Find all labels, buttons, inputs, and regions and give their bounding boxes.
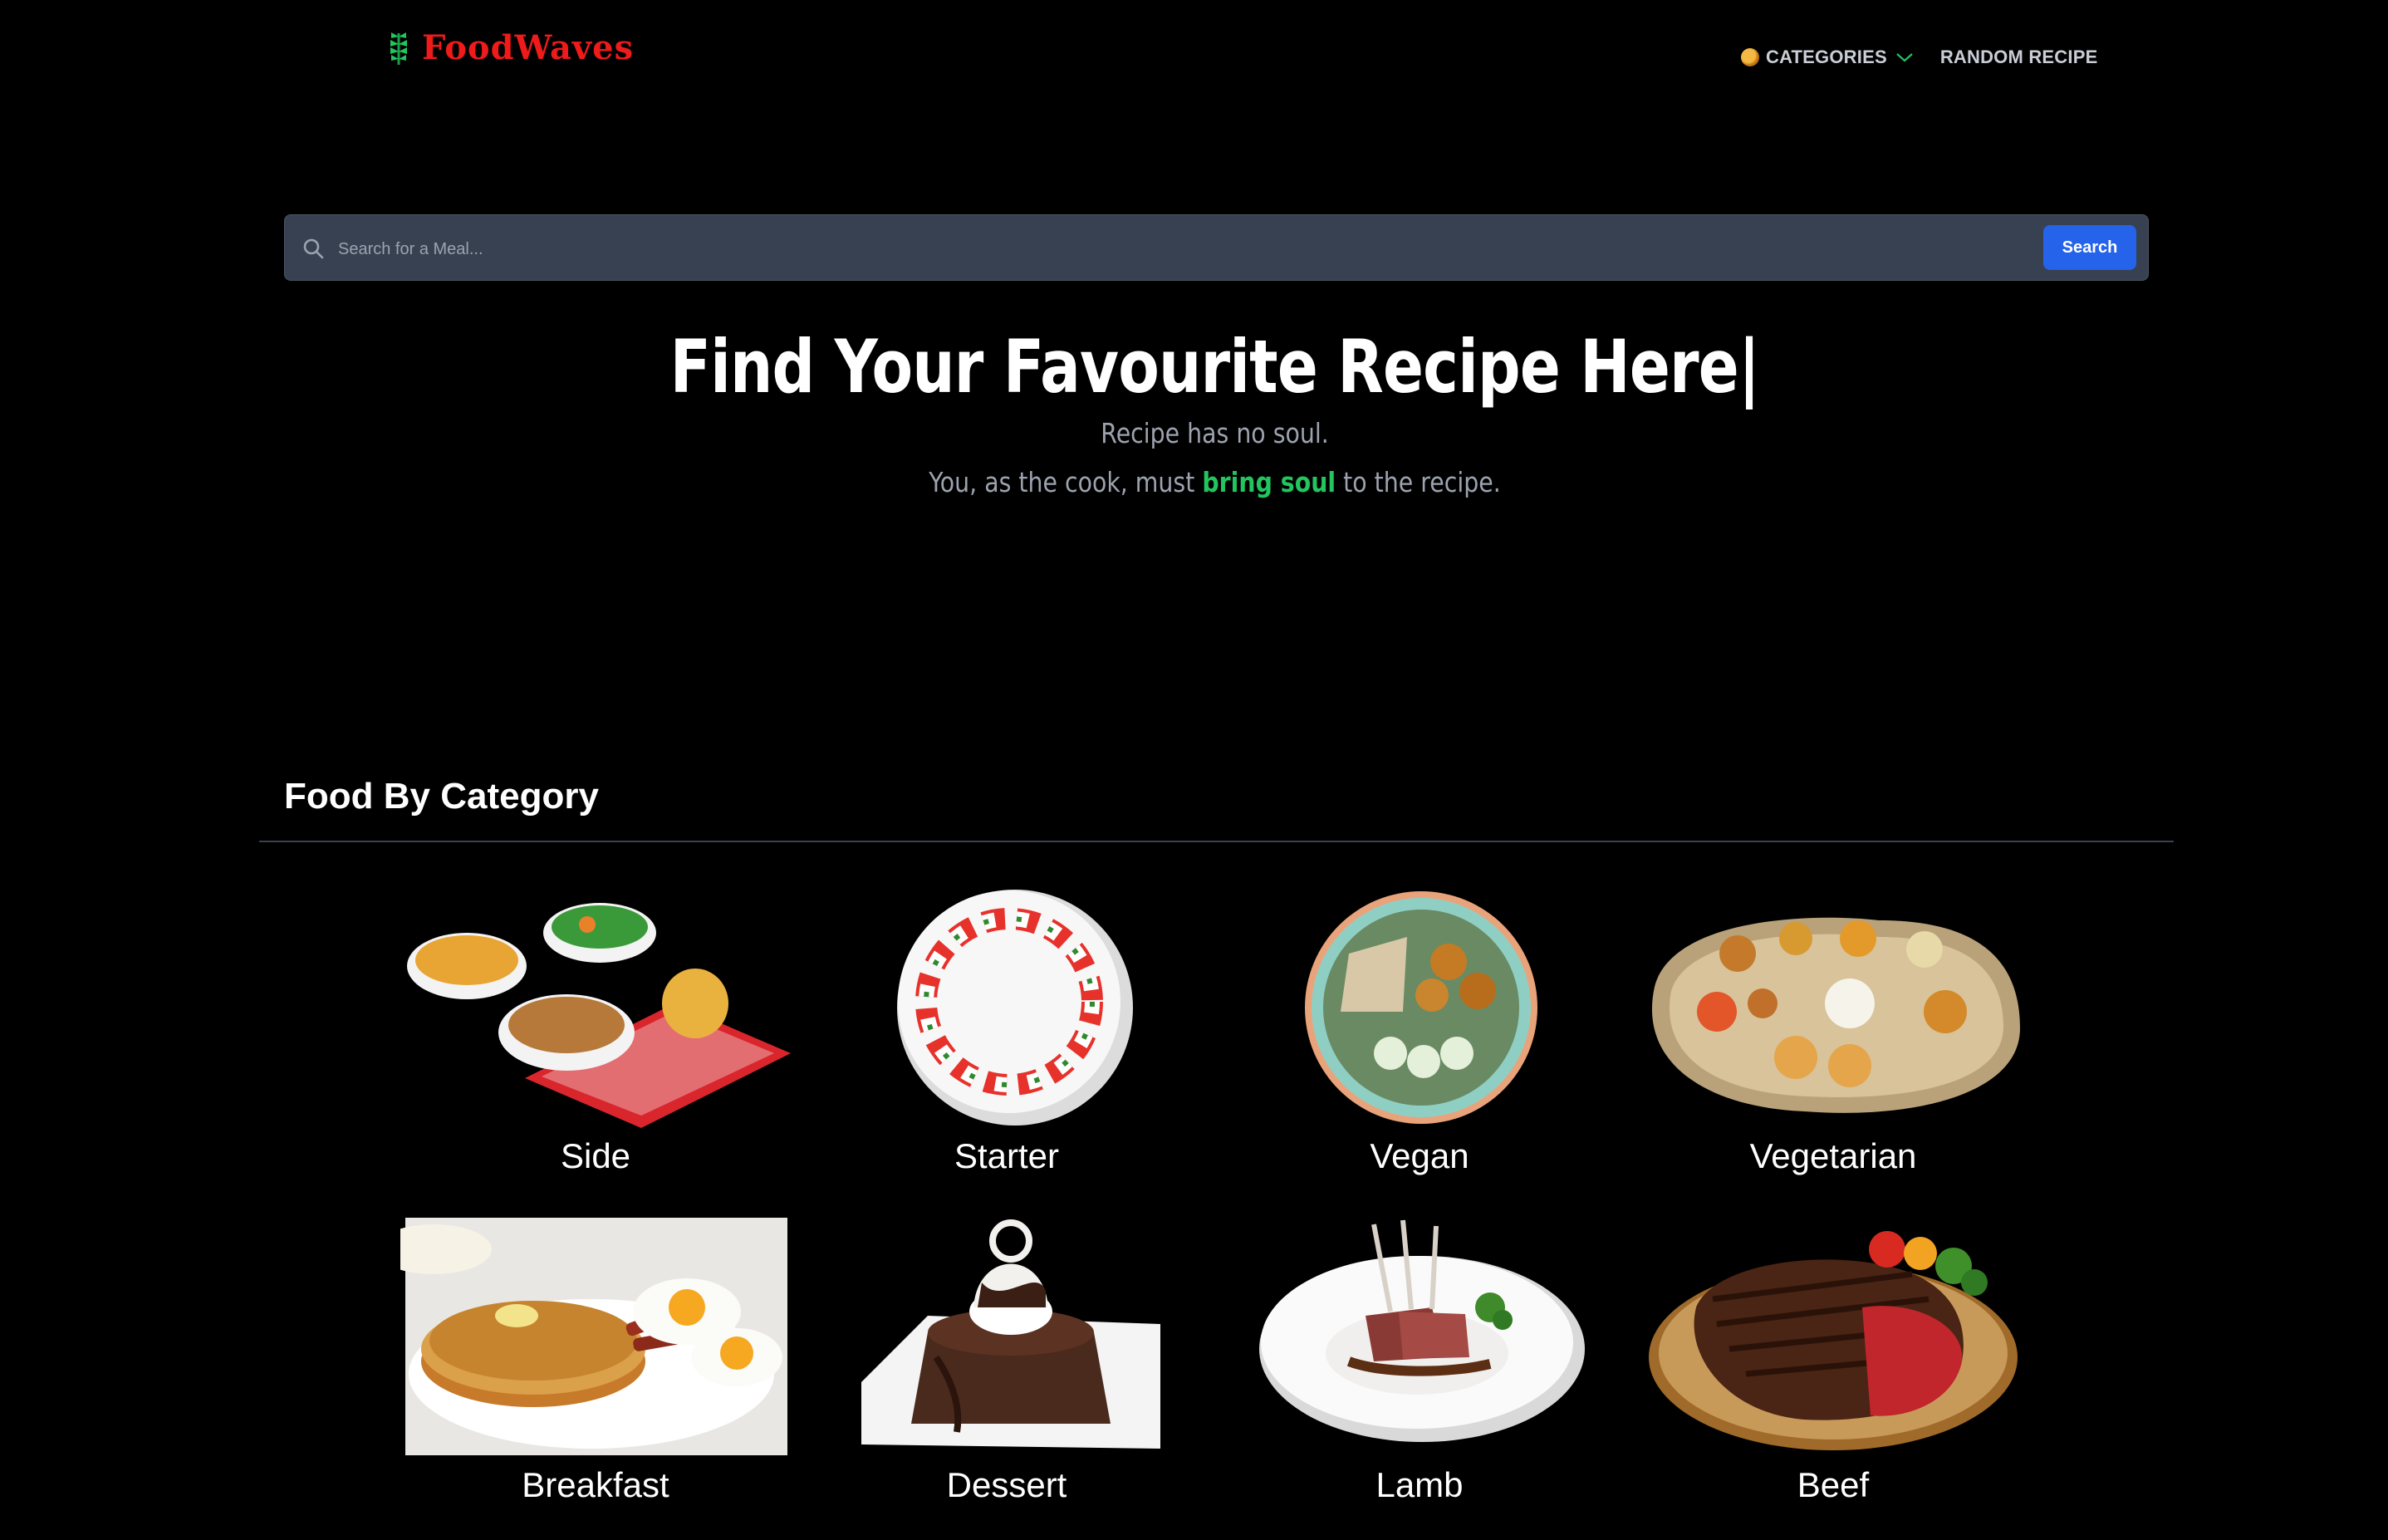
tagline-text-before: You, as the cook, must: [929, 466, 1203, 498]
category-label: Side: [560, 1136, 631, 1175]
search-bar: Search: [284, 214, 2149, 281]
category-label: Beef: [1797, 1465, 1870, 1504]
vegan-dish-image: [1305, 891, 1537, 1124]
vegetarian-thali-image: [1651, 917, 2020, 1113]
tagline-accent: bring soul: [1202, 466, 1336, 498]
cookie-icon: [1741, 48, 1759, 66]
lamb-dish-image: [1259, 1219, 1585, 1442]
dessert-image: [861, 1219, 1160, 1449]
logo-text: FoodWaves: [422, 28, 635, 67]
breakfast-image: [400, 1218, 787, 1455]
hero-tagline-1: Recipe has no soul.: [1101, 417, 1329, 449]
page: FoodWaves CATEGORIES RANDOM RECIPE Searc…: [0, 0, 2388, 1540]
wheat-icon: [390, 32, 407, 65]
category-label: Breakfast: [522, 1465, 669, 1504]
random-recipe-label: RANDOM RECIPE: [1939, 47, 2098, 67]
hero-title: Find Your Favourite Recipe Here|: [669, 324, 1761, 410]
search-input[interactable]: [336, 230, 2067, 268]
tagline-text-after: to the recipe.: [1336, 466, 1501, 498]
category-label: Vegan: [1370, 1136, 1469, 1175]
section-divider: [259, 841, 2174, 842]
side-dish-image: [407, 903, 791, 1128]
search-icon: [303, 238, 324, 259]
logo[interactable]: FoodWaves: [387, 28, 634, 67]
chevron-down-icon: [1896, 53, 1913, 62]
categories-menu[interactable]: CATEGORIES: [1741, 47, 1929, 68]
category-label: Dessert: [946, 1465, 1067, 1504]
section-title: Food By Category: [284, 776, 599, 817]
starter-dish-image: [897, 890, 1133, 1126]
category-label: Starter: [954, 1136, 1060, 1175]
search-button[interactable]: Search: [2043, 225, 2136, 270]
random-recipe-link[interactable]: RANDOM RECIPE: [1940, 47, 2098, 68]
beef-steak-image: [1649, 1231, 2018, 1450]
categories-label: CATEGORIES: [1766, 47, 1887, 67]
category-label: Vegetarian: [1749, 1136, 1917, 1175]
hero-tagline-2: You, as the cook, must bring soul to the…: [170, 466, 2260, 498]
category-label: Lamb: [1375, 1465, 1464, 1504]
main-nav: CATEGORIES RANDOM RECIPE: [1741, 47, 2097, 68]
